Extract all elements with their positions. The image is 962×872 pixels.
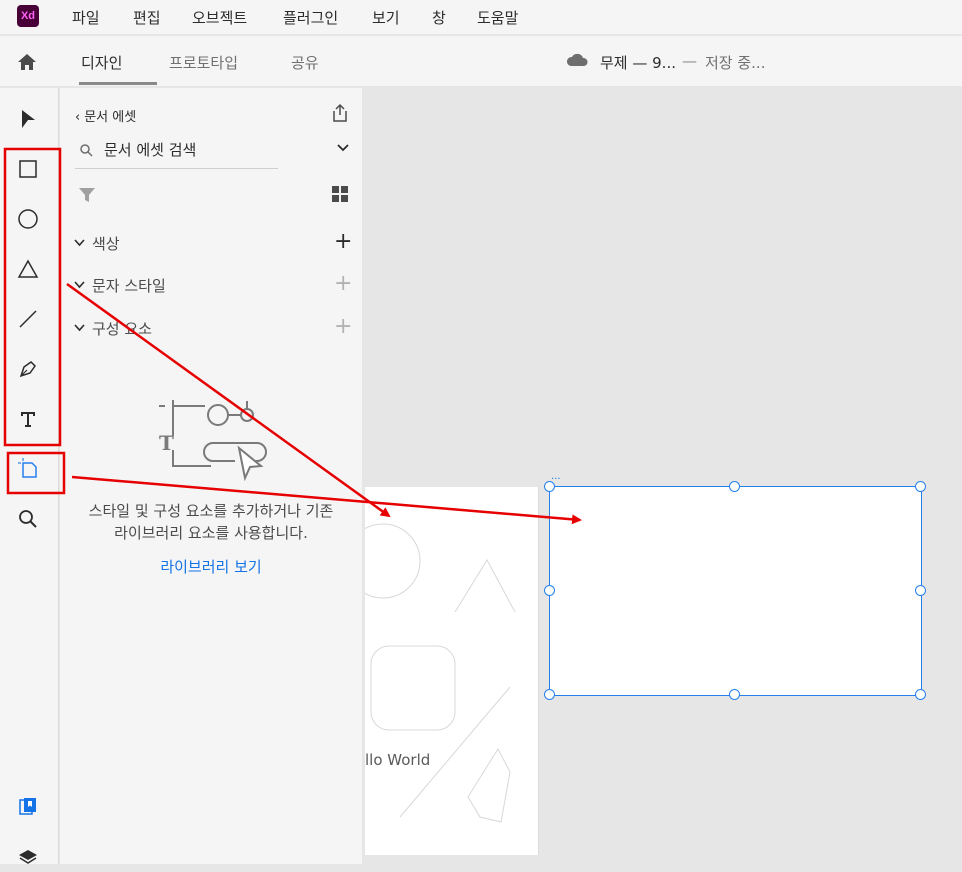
- document-assets-panel: ‹문서 에셋 문서 에셋 검색 색상 + 문자 스타일 + 구성 요소 + T: [60, 88, 362, 864]
- select-tool[interactable]: [12, 103, 44, 135]
- menu-edit[interactable]: 편집: [133, 7, 161, 28]
- select-icon: [22, 110, 35, 128]
- section-colors[interactable]: 색상 +: [74, 229, 354, 255]
- export-icon[interactable]: [330, 103, 350, 123]
- tool-bar: [0, 88, 59, 864]
- artboard-hello-text[interactable]: llo World: [365, 751, 430, 769]
- chevron-down-icon: [74, 281, 85, 289]
- assets-icon: [19, 798, 36, 815]
- tab-design[interactable]: 디자인: [81, 52, 122, 73]
- home-icon[interactable]: [17, 53, 37, 71]
- layers-button[interactable]: [12, 840, 44, 872]
- empty-state-message: 스타일 및 구성 요소를 추가하거나 기존 라이브러리 요소를 사용합니다.: [88, 502, 334, 542]
- resize-handle-left[interactable]: [544, 585, 555, 596]
- menu-object[interactable]: 오브젝트: [192, 7, 247, 28]
- filter-icon[interactable]: [78, 186, 96, 204]
- chevron-down-icon: [74, 324, 85, 332]
- resize-handle-bottom[interactable]: [729, 689, 740, 700]
- tab-share[interactable]: 공유: [291, 52, 319, 73]
- menu-view[interactable]: 보기: [372, 7, 400, 28]
- xd-logo-icon: Xd: [17, 5, 39, 27]
- line-tool[interactable]: [12, 303, 44, 335]
- artboard-shapes: [365, 523, 516, 823]
- artboard-icon: [18, 458, 37, 478]
- panel-title: 문서 에셋: [84, 110, 137, 125]
- add-component-icon[interactable]: +: [334, 314, 352, 339]
- title-separator: —: [682, 52, 697, 70]
- section-character-styles[interactable]: 문자 스타일 +: [74, 271, 354, 297]
- layers-icon: [19, 850, 37, 864]
- empty-assets-illustration: T: [159, 400, 267, 482]
- artboard-name-label[interactable]: ...: [551, 471, 561, 482]
- zoom-icon: [19, 510, 37, 528]
- menu-window[interactable]: 창: [432, 7, 446, 28]
- rectangle-tool[interactable]: [12, 153, 44, 185]
- resize-handle-top-right[interactable]: [915, 481, 926, 492]
- resize-handle-right[interactable]: [915, 585, 926, 596]
- chevron-down-icon[interactable]: [336, 143, 350, 153]
- add-character-style-icon[interactable]: +: [334, 271, 352, 296]
- pen-tool[interactable]: [12, 353, 44, 385]
- svg-text:T: T: [159, 431, 174, 455]
- menu-plugins[interactable]: 플러그인: [283, 7, 338, 28]
- polygon-icon: [17, 259, 39, 278]
- panel-back-link[interactable]: ‹ 문서 에셋: [75, 106, 136, 125]
- mode-bar: 디자인 프로토타입 공유 무제 — 9... — 저장 중...: [0, 36, 962, 86]
- resize-handle-bottom-right[interactable]: [915, 689, 926, 700]
- search-icon: [80, 144, 93, 157]
- save-status: 저장 중...: [705, 54, 766, 72]
- active-tab-indicator: [79, 82, 157, 85]
- cloud-icon: [566, 53, 588, 66]
- section-components[interactable]: 구성 요소 +: [74, 314, 354, 340]
- chevron-down-icon: [74, 239, 85, 247]
- resize-handle-bottom-left[interactable]: [544, 689, 555, 700]
- section-components-label: 구성 요소: [92, 320, 152, 338]
- ellipse-icon: [18, 209, 38, 229]
- menu-help[interactable]: 도움말: [477, 7, 518, 28]
- artboard-tool[interactable]: [12, 453, 44, 485]
- menu-bar: Xd 파일 편집 오브젝트 플러그인 보기 창 도움말: [0, 0, 962, 34]
- add-color-icon[interactable]: +: [334, 229, 352, 254]
- text-tool[interactable]: [12, 403, 44, 435]
- view-libraries-link[interactable]: 라이브러리 보기: [75, 556, 347, 577]
- grid-view-icon[interactable]: [332, 186, 348, 202]
- search-input[interactable]: 문서 에셋 검색: [104, 139, 196, 160]
- resize-handle-top-left[interactable]: [544, 481, 555, 492]
- section-colors-label: 색상: [92, 235, 120, 253]
- asset-search-field[interactable]: 문서 에셋 검색: [75, 136, 278, 169]
- existing-artboard[interactable]: llo World: [365, 487, 539, 855]
- polygon-tool[interactable]: [12, 253, 44, 285]
- section-character-styles-label: 문자 스타일: [92, 277, 166, 295]
- assets-button[interactable]: [12, 790, 44, 822]
- pen-icon: [19, 361, 36, 378]
- text-icon: [21, 412, 35, 427]
- menu-file[interactable]: 파일: [72, 7, 100, 28]
- tab-prototype[interactable]: 프로토타입: [169, 52, 238, 73]
- ellipse-tool[interactable]: [12, 203, 44, 235]
- zoom-tool[interactable]: [12, 503, 44, 535]
- chevron-left-icon: ‹: [75, 110, 81, 125]
- document-title[interactable]: 무제 — 9...: [600, 52, 676, 73]
- line-icon: [19, 310, 37, 328]
- rectangle-icon: [19, 160, 37, 178]
- resize-handle-top[interactable]: [729, 481, 740, 492]
- new-artboard-selected[interactable]: [549, 486, 922, 696]
